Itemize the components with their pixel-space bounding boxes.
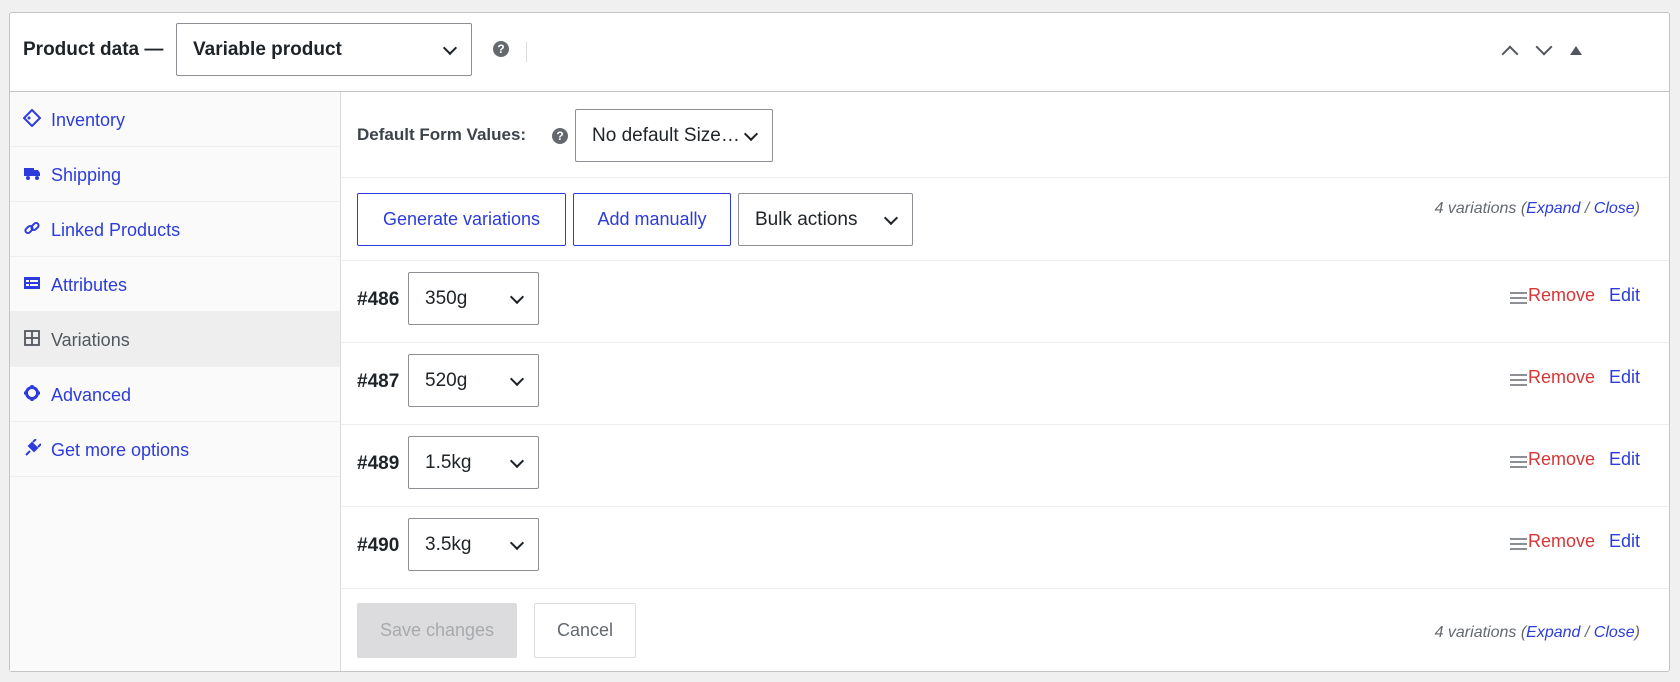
header-divider [526, 42, 527, 62]
edit-link[interactable]: Edit [1609, 285, 1640, 306]
chevron-down-icon [743, 126, 759, 141]
product-type-value: Variable product [193, 38, 342, 60]
grid-icon [24, 330, 40, 346]
variation-size-value: 350g [425, 287, 468, 309]
separator: / [1580, 624, 1594, 641]
variation-row: #487 520g Remove Edit [341, 343, 1669, 425]
variations-count-text: 4 variations ( [1434, 624, 1527, 641]
close-link[interactable]: Close [1594, 200, 1635, 217]
remove-link[interactable]: Remove [1528, 367, 1595, 388]
tab-label: Linked Products [51, 220, 181, 240]
panel-header: Product data — Variable product ? [10, 13, 1669, 92]
help-icon[interactable]: ? [552, 128, 568, 144]
variation-id: #490 [357, 535, 400, 556]
tab-advanced[interactable]: Advanced [10, 367, 340, 422]
variation-row: #489 1.5kg Remove Edit [341, 425, 1669, 507]
variation-id: #487 [357, 371, 400, 392]
drag-handle-icon[interactable] [1510, 456, 1527, 470]
tab-label: Get more options [51, 440, 190, 460]
tab-label: Advanced [51, 385, 132, 405]
cancel-button[interactable]: Cancel [534, 603, 636, 658]
variation-row: #486 350g Remove Edit [341, 261, 1669, 343]
drag-handle-icon[interactable] [1510, 374, 1527, 388]
save-changes-button[interactable]: Save changes [357, 603, 517, 658]
chevron-down-icon [883, 210, 899, 225]
variation-id: #489 [357, 453, 400, 474]
variations-toolbar: Generate variations Add manually Bulk ac… [341, 178, 1669, 261]
tab-shipping[interactable]: Shipping [10, 147, 340, 202]
paren-close: ) [1634, 624, 1640, 641]
chevron-up-icon [1501, 45, 1519, 63]
expand-link[interactable]: Expand [1526, 624, 1580, 641]
chevron-down-icon [509, 453, 525, 468]
tab-get-more-options[interactable]: Get more options [10, 422, 340, 477]
remove-link[interactable]: Remove [1528, 285, 1595, 306]
default-form-values-label: Default Form Values: [357, 125, 527, 144]
drag-handle-icon[interactable] [1510, 292, 1527, 306]
list-icon [24, 277, 40, 289]
chevron-down-icon [1535, 38, 1553, 56]
variation-row: #490 3.5kg Remove Edit [341, 507, 1669, 589]
tab-label: Attributes [51, 275, 128, 295]
variations-footer: Save changes Cancel 4 variations (Expand… [341, 589, 1669, 671]
default-size-select[interactable]: No default Size… [575, 109, 773, 162]
tag-icon [23, 109, 41, 127]
variations-count: 4 variations (Expand / Close) [1435, 624, 1640, 642]
variation-size-select[interactable]: 3.5kg [408, 518, 539, 571]
edit-link[interactable]: Edit [1609, 449, 1640, 470]
gear-icon [24, 385, 40, 401]
product-data-panel: Product data — Variable product ? Invent… [9, 12, 1670, 672]
drag-handle-icon[interactable] [1510, 538, 1527, 552]
tab-linked-products[interactable]: Linked Products [10, 202, 340, 257]
paren-close: ) [1634, 200, 1640, 217]
close-link[interactable]: Close [1594, 624, 1635, 641]
remove-link[interactable]: Remove [1528, 531, 1595, 552]
variation-size-select[interactable]: 520g [408, 354, 539, 407]
edit-link[interactable]: Edit [1609, 367, 1640, 388]
tab-inventory[interactable]: Inventory [10, 92, 340, 147]
variation-size-value: 3.5kg [425, 533, 472, 555]
tab-attributes[interactable]: Attributes [10, 257, 340, 312]
chevron-down-icon [509, 535, 525, 550]
product-type-select[interactable]: Variable product [176, 23, 472, 76]
tab-variations[interactable]: Variations [10, 312, 340, 367]
variations-count: 4 variations (Expand / Close) [1435, 200, 1640, 218]
variation-id: #486 [357, 289, 400, 310]
link-icon [24, 221, 40, 235]
product-data-tabs: Inventory Shipping Linked Products Attri… [10, 92, 341, 671]
bulk-actions-select[interactable]: Bulk actions [738, 193, 913, 246]
tab-label: Shipping [51, 165, 122, 185]
chevron-down-icon [509, 371, 525, 386]
panel-title: Product data — [23, 39, 164, 60]
generate-variations-button[interactable]: Generate variations [357, 193, 566, 246]
variations-panel: Default Form Values: ? No default Size… … [341, 92, 1669, 671]
expand-link[interactable]: Expand [1526, 200, 1580, 217]
triangle-up-icon [1570, 46, 1582, 55]
move-up-button[interactable] [1498, 39, 1522, 63]
add-manually-button[interactable]: Add manually [573, 193, 731, 246]
move-down-button[interactable] [1532, 38, 1556, 63]
default-form-values-row: Default Form Values: ? No default Size… [341, 92, 1669, 178]
variation-size-value: 520g [425, 369, 468, 391]
truck-icon [24, 168, 40, 180]
default-size-value: No default Size… [592, 124, 740, 146]
variation-size-value: 1.5kg [425, 451, 472, 473]
tab-label: Inventory [51, 110, 126, 130]
plugin-icon [25, 439, 41, 456]
bulk-actions-value: Bulk actions [755, 208, 858, 230]
chevron-down-icon [442, 40, 458, 55]
remove-link[interactable]: Remove [1528, 449, 1595, 470]
tab-label: Variations [51, 330, 130, 350]
collapse-toggle-button[interactable] [1563, 39, 1587, 63]
help-icon[interactable]: ? [493, 41, 509, 57]
variation-size-select[interactable]: 350g [408, 272, 539, 325]
separator: / [1580, 200, 1594, 217]
variations-count-text: 4 variations ( [1434, 200, 1527, 217]
chevron-down-icon [509, 289, 525, 304]
variation-size-select[interactable]: 1.5kg [408, 436, 539, 489]
edit-link[interactable]: Edit [1609, 531, 1640, 552]
